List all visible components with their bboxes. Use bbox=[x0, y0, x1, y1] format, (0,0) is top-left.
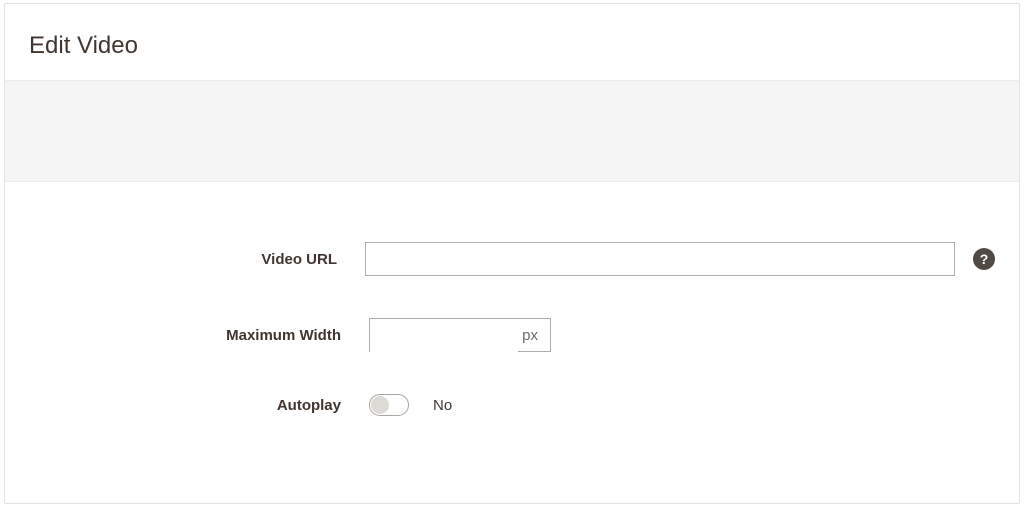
autoplay-control: No bbox=[369, 394, 452, 416]
max-width-control: px bbox=[369, 318, 551, 352]
max-width-input[interactable] bbox=[370, 319, 518, 353]
autoplay-toggle[interactable] bbox=[369, 394, 409, 416]
form-area: Video URL ? Maximum Width px Autoplay bbox=[5, 182, 1019, 416]
video-url-control: ? bbox=[365, 242, 995, 276]
help-icon[interactable]: ? bbox=[973, 248, 995, 270]
max-width-label: Maximum Width bbox=[29, 327, 369, 344]
autoplay-state-label: No bbox=[433, 397, 452, 414]
video-url-input[interactable] bbox=[365, 242, 955, 276]
edit-video-panel: Edit Video Video URL ? Maximum Width px … bbox=[4, 3, 1020, 504]
max-width-unit: px bbox=[518, 319, 550, 351]
autoplay-label: Autoplay bbox=[29, 397, 369, 414]
max-width-input-wrapper: px bbox=[369, 318, 551, 352]
video-url-label: Video URL bbox=[29, 251, 365, 268]
autoplay-row: Autoplay No bbox=[29, 394, 995, 416]
video-url-row: Video URL ? bbox=[29, 242, 995, 276]
max-width-row: Maximum Width px bbox=[29, 318, 995, 352]
toggle-knob bbox=[371, 396, 389, 414]
panel-title: Edit Video bbox=[5, 4, 1019, 80]
video-preview-area bbox=[5, 80, 1019, 182]
